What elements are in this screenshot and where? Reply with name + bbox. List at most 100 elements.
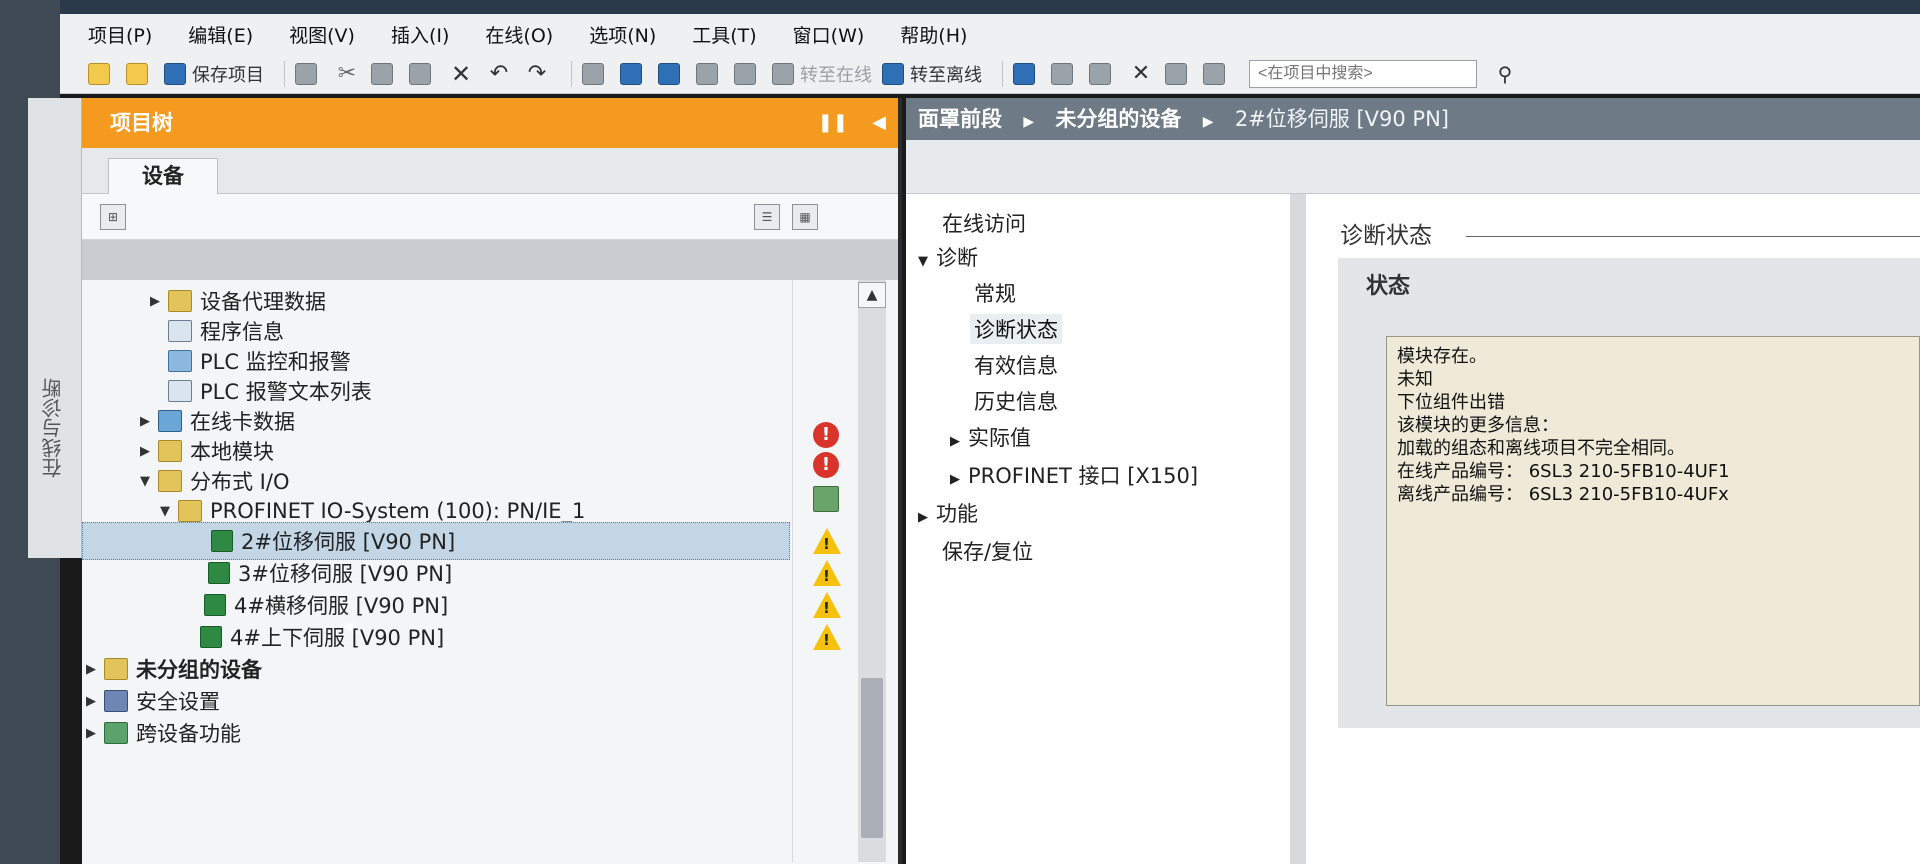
cut-button[interactable]: ✂: [333, 59, 361, 89]
nav-online-access[interactable]: 在线访问: [942, 208, 1026, 238]
servo-drive-icon: [208, 562, 230, 584]
collapse-panel-icon[interactable]: ◀: [872, 112, 886, 133]
nav-active-info[interactable]: 有效信息: [974, 350, 1058, 380]
collapse-arrow-icon[interactable]: ▼: [136, 474, 154, 489]
collapse-arrow-icon[interactable]: ▼: [156, 504, 174, 519]
tree-item-label: 跨设备功能: [136, 722, 241, 746]
stop-simulation-button[interactable]: [734, 59, 762, 89]
print-icon: [295, 62, 317, 85]
collapse-arrow-icon[interactable]: ▼: [918, 254, 928, 269]
expand-arrow-icon[interactable]: ▶: [136, 414, 154, 429]
menu-project[interactable]: 项目(P): [88, 21, 152, 48]
menu-view[interactable]: 视图(V): [289, 21, 355, 48]
project-tree: ▶ 设备代理数据 程序信息 PLC 监控和报警 PLC 报警文本列表 ▶ 在线卡…: [82, 280, 898, 862]
split-horizontal-button[interactable]: [1165, 59, 1193, 89]
menu-help[interactable]: 帮助(H): [900, 21, 967, 48]
new-project-button[interactable]: [88, 59, 116, 89]
nav-actual-values[interactable]: ▶ 实际值: [950, 422, 1031, 452]
go-offline-button[interactable]: 转至离线: [882, 59, 982, 89]
go-online-label: 转至在线: [800, 64, 872, 86]
simulation-icon: [696, 62, 718, 85]
expand-arrow-icon[interactable]: ▶: [146, 294, 164, 309]
list-view-icon[interactable]: ☰: [754, 204, 780, 230]
add-device-icon[interactable]: ⊞: [100, 204, 126, 230]
nav-label: 实际值: [968, 426, 1031, 450]
close-button[interactable]: ✕: [1127, 59, 1155, 89]
new-project-icon: [88, 62, 110, 85]
menu-online[interactable]: 在线(O): [485, 21, 553, 48]
undo-button[interactable]: ↶: [485, 59, 513, 89]
paste-icon: [409, 62, 431, 85]
open-project-button[interactable]: [126, 59, 154, 89]
project-tree-header: 项目树 ❚❚ ◀: [82, 98, 898, 148]
accessible-devices-button[interactable]: [1013, 59, 1041, 89]
project-tree-toolbar: ⊞ ☰ ▦: [82, 194, 898, 240]
go-online-button[interactable]: 转至在线: [772, 59, 872, 89]
tree-item-cross-device[interactable]: ▶ 跨设备功能: [82, 714, 826, 752]
delete-button[interactable]: ✕: [447, 59, 475, 89]
redo-button[interactable]: ↷: [523, 59, 551, 89]
nav-general[interactable]: 常规: [974, 278, 1016, 308]
status-column: ! ! ! ! ! !: [792, 280, 852, 862]
breadcrumb-item[interactable]: 未分组的设备: [1055, 107, 1181, 131]
paste-button[interactable]: [409, 59, 437, 89]
nav-history-info[interactable]: 历史信息: [974, 386, 1058, 416]
menu-options[interactable]: 选项(N): [589, 21, 656, 48]
nav-label: 有效信息: [974, 354, 1058, 378]
servo-drive-icon: [211, 530, 233, 552]
split-vertical-button[interactable]: [1203, 59, 1231, 89]
print-button[interactable]: [295, 59, 323, 89]
upload-button[interactable]: [658, 59, 686, 89]
open-folder-icon: [126, 62, 148, 85]
expand-arrow-icon[interactable]: ▶: [950, 434, 960, 449]
overview-icon[interactable]: ▦: [792, 204, 818, 230]
copy-button[interactable]: [371, 59, 399, 89]
nav-scrollbar[interactable]: [1290, 194, 1306, 864]
nav-functions[interactable]: ▶ 功能: [918, 498, 978, 528]
expand-arrow-icon[interactable]: ▶: [82, 694, 100, 709]
status-group: 状态 模块存在。 未知 下位组件出错 该模块的更多信息： 加载的组态和离线项目不…: [1338, 258, 1920, 728]
menu-edit[interactable]: 编辑(E): [188, 21, 253, 48]
scroll-thumb[interactable]: [861, 678, 883, 838]
nav-label: 保存/复位: [942, 540, 1034, 564]
nav-label: 在线访问: [942, 212, 1026, 236]
nav-label: 常规: [974, 282, 1016, 306]
pin-icon[interactable]: ❚❚: [818, 112, 848, 133]
expand-arrow-icon[interactable]: ▶: [82, 662, 100, 677]
nav-diagnostic-status[interactable]: 诊断状态: [970, 314, 1062, 344]
simulation-button[interactable]: [696, 59, 724, 89]
scroll-up-icon[interactable]: ▲: [858, 282, 886, 308]
tree-item-label: 4#横移伺服 [V90 PN]: [234, 594, 449, 618]
nav-diagnostics[interactable]: ▼ 诊断: [918, 242, 978, 272]
expand-arrow-icon[interactable]: ▶: [82, 726, 100, 741]
network-status-icon: [813, 486, 839, 512]
download-button[interactable]: [620, 59, 648, 89]
status-textbox[interactable]: 模块存在。 未知 下位组件出错 该模块的更多信息： 加载的组态和离线项目不完全相…: [1386, 336, 1920, 706]
nav-profinet-interface[interactable]: ▶ PROFINET 接口 [X150]: [950, 460, 1198, 490]
editor-panel: 面罩前段 ▶ 未分组的设备 ▶ 2#位移伺服 [V90 PN] 在线访问 ▼ 诊断…: [906, 98, 1920, 864]
status-line: 离线产品编号： 6SL3 210-5FB10-4UFx: [1397, 484, 1729, 505]
save-project-button[interactable]: 保存项目: [164, 59, 264, 89]
split-vertical-icon: [1203, 62, 1225, 85]
expand-arrow-icon[interactable]: ▶: [918, 510, 928, 525]
menu-window[interactable]: 窗口(W): [793, 21, 865, 48]
menu-tools[interactable]: 工具(T): [692, 21, 756, 48]
cross-reference-button[interactable]: [1089, 59, 1117, 89]
search-button[interactable]: ⚲: [1491, 59, 1519, 89]
monitor-icon: [1051, 62, 1073, 85]
compile-button[interactable]: [582, 59, 610, 89]
project-tree-scrollbar[interactable]: ▲: [858, 280, 886, 862]
menu-insert[interactable]: 插入(I): [391, 21, 449, 48]
breadcrumb-item[interactable]: 面罩前段: [918, 107, 1002, 131]
tab-devices[interactable]: 设备: [108, 158, 218, 194]
program-info-icon: [168, 320, 192, 342]
project-search-input[interactable]: [1249, 59, 1477, 88]
online-diagnostics-side-tab[interactable]: 在线与诊断: [28, 98, 82, 558]
toolbar-separator: [1002, 60, 1003, 87]
expand-arrow-icon[interactable]: ▶: [950, 472, 960, 487]
warning-status-icon: !: [813, 528, 841, 554]
split-horizontal-icon: [1165, 62, 1187, 85]
nav-save-reset[interactable]: 保存/复位: [942, 536, 1033, 566]
expand-arrow-icon[interactable]: ▶: [136, 444, 154, 459]
monitor-button[interactable]: [1051, 59, 1079, 89]
